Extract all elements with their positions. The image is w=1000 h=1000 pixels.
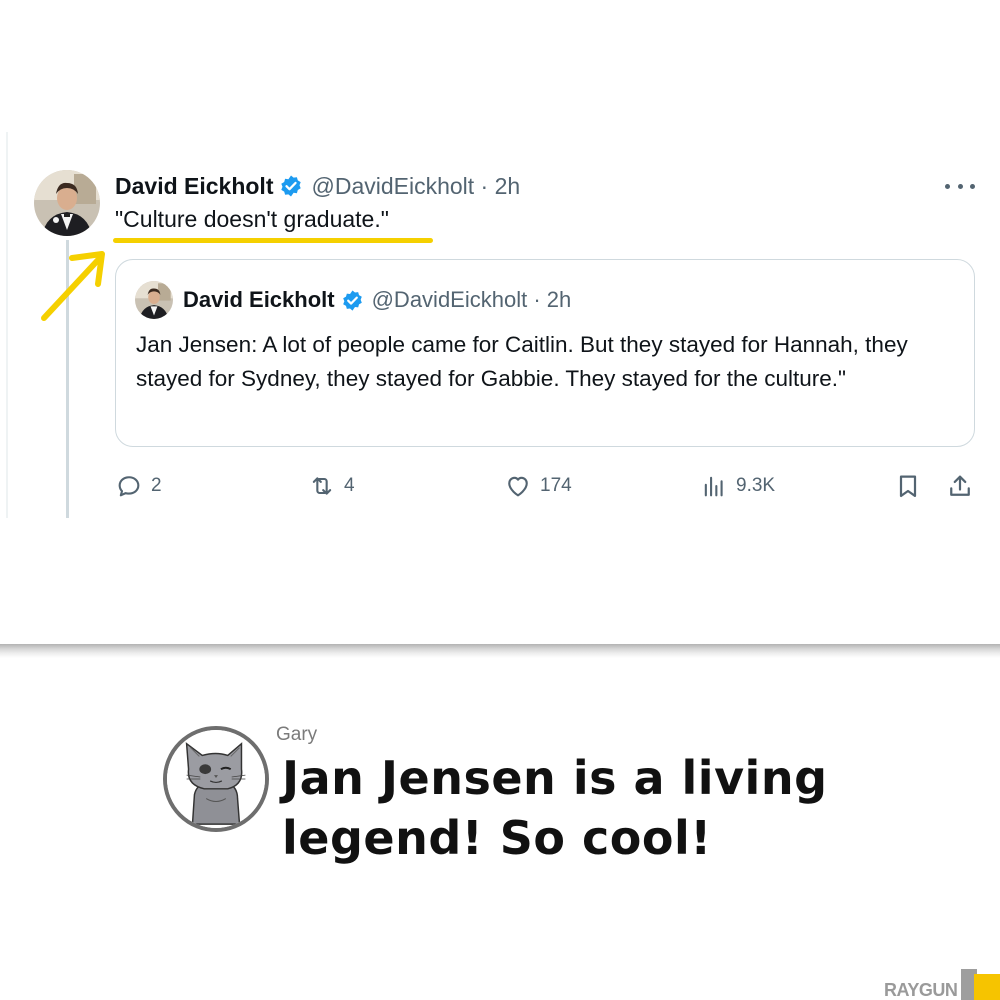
author-name[interactable]: David Eickholt bbox=[115, 173, 273, 200]
quoted-author-handle-time[interactable]: @DavidEickholt · 2h bbox=[372, 287, 572, 313]
author-avatar[interactable] bbox=[34, 170, 100, 236]
like-count: 174 bbox=[540, 475, 572, 496]
watermark-yellow-block bbox=[974, 974, 1000, 1000]
repost-count: 4 bbox=[344, 475, 355, 496]
quoted-tweet-header: David Eickholt @DavidEickholt · 2h bbox=[183, 284, 571, 316]
share-button[interactable] bbox=[946, 468, 974, 504]
quoted-author-avatar[interactable] bbox=[135, 281, 173, 319]
reply-icon bbox=[118, 476, 140, 497]
watermark-logo-text: RAYGUN bbox=[884, 980, 958, 1000]
views-button[interactable]: 9.3K bbox=[700, 468, 775, 504]
tweet-text: "Culture doesn't graduate." bbox=[115, 206, 389, 232]
comment-text: Jan Jensen is a living legend! So cool! bbox=[282, 751, 828, 865]
quoted-author-name[interactable]: David Eickholt bbox=[183, 287, 335, 313]
repost-button[interactable]: 4 bbox=[308, 468, 355, 504]
reply-button[interactable]: 2 bbox=[115, 468, 162, 504]
bookmark-icon bbox=[899, 475, 917, 498]
like-button[interactable]: 174 bbox=[504, 468, 572, 504]
card-left-edge bbox=[6, 132, 8, 518]
repost-icon bbox=[312, 477, 332, 495]
views-count: 9.3K bbox=[736, 475, 776, 496]
tweet-action-bar: 2 4 174 9.3K bbox=[0, 468, 1000, 504]
commenter-avatar[interactable] bbox=[163, 726, 269, 832]
commenter-name[interactable]: Gary bbox=[276, 724, 317, 746]
tweet-header: David Eickholt @DavidEickholt · 2h bbox=[115, 170, 520, 202]
like-icon bbox=[508, 476, 528, 497]
section-separator bbox=[0, 644, 1000, 658]
more-icon[interactable] bbox=[945, 176, 975, 196]
quoted-tweet-text: Jan Jensen: A lot of people came for Cai… bbox=[136, 332, 908, 391]
author-handle-time[interactable]: @DavidEickholt · 2h bbox=[311, 173, 520, 200]
verified-badge-icon bbox=[281, 175, 302, 197]
reply-count: 2 bbox=[151, 475, 162, 496]
share-icon bbox=[950, 475, 970, 496]
bookmark-button[interactable] bbox=[894, 468, 922, 504]
highlight-underline bbox=[113, 238, 433, 243]
verified-badge-icon bbox=[342, 289, 362, 311]
highlight-arrow-icon bbox=[41, 251, 105, 321]
views-icon bbox=[704, 476, 723, 497]
